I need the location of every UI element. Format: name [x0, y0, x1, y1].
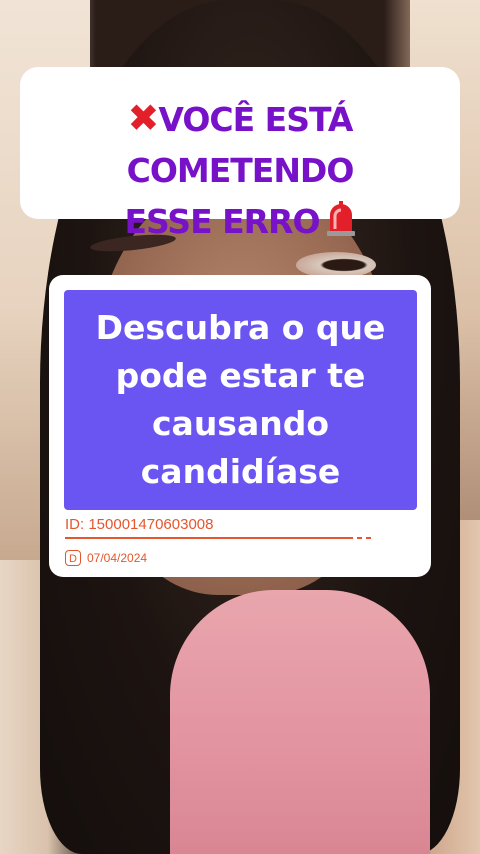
- date: 07/04/2024: [87, 550, 148, 565]
- message-text: Descubra o que pode estar te causando ca…: [64, 304, 417, 496]
- info-card: Descubra o que pode estar te causando ca…: [49, 275, 431, 577]
- headline: ✖VOCÊ ESTÁ COMETENDO ESSE ERRO: [20, 93, 460, 247]
- headline-line-2-text: ESSE ERRO: [124, 202, 320, 241]
- headline-line-1: ✖VOCÊ ESTÁ COMETENDO: [20, 93, 460, 196]
- headline-line-1-text: VOCÊ ESTÁ COMETENDO: [126, 100, 355, 190]
- message-line: pode estar te: [115, 356, 366, 395]
- divider-dash: [366, 537, 371, 539]
- siren-icon: [326, 200, 356, 236]
- date-row: D 07/04/2024: [65, 547, 148, 566]
- message-line: causando: [151, 404, 330, 443]
- headline-card: ✖VOCÊ ESTÁ COMETENDO ESSE ERRO: [20, 67, 460, 241]
- headline-line-2: ESSE ERRO: [20, 196, 460, 247]
- message-box: Descubra o que pode estar te causando ca…: [64, 290, 417, 510]
- divider: [65, 537, 353, 539]
- date-source-icon: D: [65, 549, 81, 566]
- message-line: Descubra o que: [95, 308, 386, 347]
- ad-id: ID: 150001470603008: [65, 516, 214, 533]
- cross-mark-icon: ✖: [127, 96, 160, 140]
- divider-dash: [357, 537, 362, 539]
- message-line: candidíase: [140, 452, 341, 491]
- pink-shirt: [170, 590, 430, 854]
